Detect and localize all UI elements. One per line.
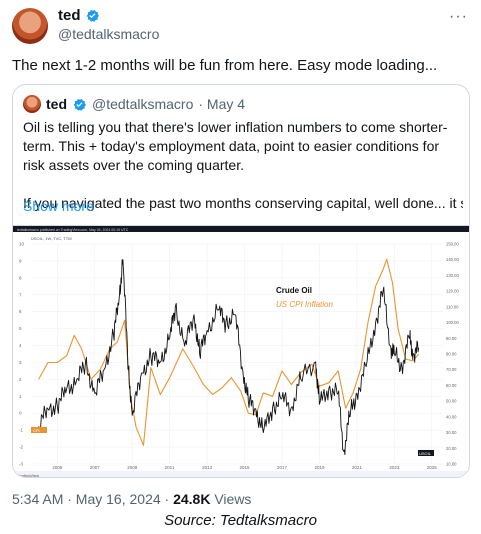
chart-series-label: USOIL, 1W, TVC, TTM bbox=[31, 236, 72, 241]
right-tick-label: 40.00 bbox=[446, 414, 457, 419]
x-tick-label: 2007 bbox=[90, 465, 101, 470]
right-tick-label: 100.00 bbox=[446, 320, 459, 325]
x-tick-label: 2011 bbox=[165, 465, 175, 470]
quote-text: Oil is telling you that there's lower in… bbox=[23, 118, 463, 232]
right-tick-label: 90.00 bbox=[446, 336, 457, 341]
tradingview-watermark: TradingView bbox=[17, 473, 39, 478]
avatar[interactable] bbox=[12, 8, 48, 44]
chart-small-header: tedtalksmacro published on TradingView.c… bbox=[17, 228, 129, 232]
quote-paragraph-1: Oil is telling you that there's lower in… bbox=[23, 119, 448, 173]
right-tick-label: 140.00 bbox=[446, 257, 459, 262]
right-tick-label: 20.00 bbox=[446, 446, 457, 451]
left-tick-label: 10 bbox=[19, 242, 25, 247]
x-tick-label: 2005 bbox=[52, 465, 63, 470]
more-options-icon[interactable]: ··· bbox=[449, 8, 468, 26]
tweet-header: ted @tedtalksmacro ··· bbox=[12, 6, 470, 46]
right-tick-label: 130.00 bbox=[446, 273, 459, 278]
quote-date: · May 4 bbox=[198, 96, 246, 112]
x-tick-label: 2019 bbox=[314, 465, 325, 470]
x-tick-label: 2013 bbox=[202, 465, 213, 470]
right-tick-label: 80.00 bbox=[446, 352, 457, 357]
legend-us-cpi: US CPI Inflation bbox=[276, 300, 333, 309]
verified-badge-icon bbox=[73, 98, 87, 111]
x-tick-label: 2023 bbox=[389, 465, 400, 470]
quote-author-handle: @tedtalksmacro bbox=[92, 96, 194, 112]
right-tick-label: 10.00 bbox=[446, 462, 457, 467]
right-tick-label: 70.00 bbox=[446, 367, 457, 372]
author-row: ted bbox=[58, 7, 100, 24]
views-count: 24.8K bbox=[173, 491, 211, 507]
right-tick-label: 60.00 bbox=[446, 383, 457, 388]
left-tick-label: -1 bbox=[19, 428, 23, 433]
show-more-link[interactable]: Show more bbox=[23, 198, 94, 214]
x-tick-label: 2009 bbox=[127, 465, 138, 470]
views-label: Views bbox=[214, 491, 252, 507]
x-tick-label: 2021 bbox=[352, 465, 363, 470]
right-tick-label: 50.00 bbox=[446, 399, 457, 404]
quote-author-name: ted bbox=[46, 96, 67, 112]
quote-header: ted @tedtalksmacro · May 4 bbox=[23, 95, 245, 113]
tweet-timestamp[interactable]: 5:34 AM · May 16, 2024 · bbox=[12, 491, 169, 507]
x-tick-label: 2017 bbox=[277, 465, 288, 470]
left-tick-label: -3 bbox=[19, 462, 23, 467]
tweet-footer: 5:34 AM · May 16, 2024 · 24.8K Views bbox=[12, 491, 251, 507]
right-tick-label: 120.00 bbox=[446, 289, 459, 294]
x-tick-label: 2015 bbox=[240, 465, 251, 470]
quote-avatar bbox=[23, 95, 41, 113]
left-value-label: CPI bbox=[33, 428, 40, 433]
legend-crude-oil: Crude Oil bbox=[276, 286, 312, 295]
x-tick-label: 2025 bbox=[427, 465, 438, 470]
author-handle: @tedtalksmacro bbox=[58, 26, 160, 42]
right-tick-label: 30.00 bbox=[446, 430, 457, 435]
left-tick-label: -2 bbox=[19, 445, 23, 450]
author-name[interactable]: ted bbox=[58, 7, 81, 24]
right-tick-label: 150.00 bbox=[446, 242, 459, 247]
oil-vs-cpi-chart: tedtalksmacro published on TradingView.c… bbox=[13, 226, 469, 478]
source-caption: Source: Tedtalksmacro bbox=[164, 512, 317, 529]
quoted-tweet[interactable]: ted @tedtalksmacro · May 4 Oil is tellin… bbox=[12, 84, 470, 478]
tweet-text: The next 1-2 months will be fun from her… bbox=[12, 57, 438, 74]
verified-badge-icon bbox=[86, 9, 99, 22]
chart-image: tedtalksmacro published on TradingView.c… bbox=[13, 225, 469, 478]
right-value-label: USOIL bbox=[419, 451, 432, 456]
right-tick-label: 110.00 bbox=[446, 304, 459, 309]
